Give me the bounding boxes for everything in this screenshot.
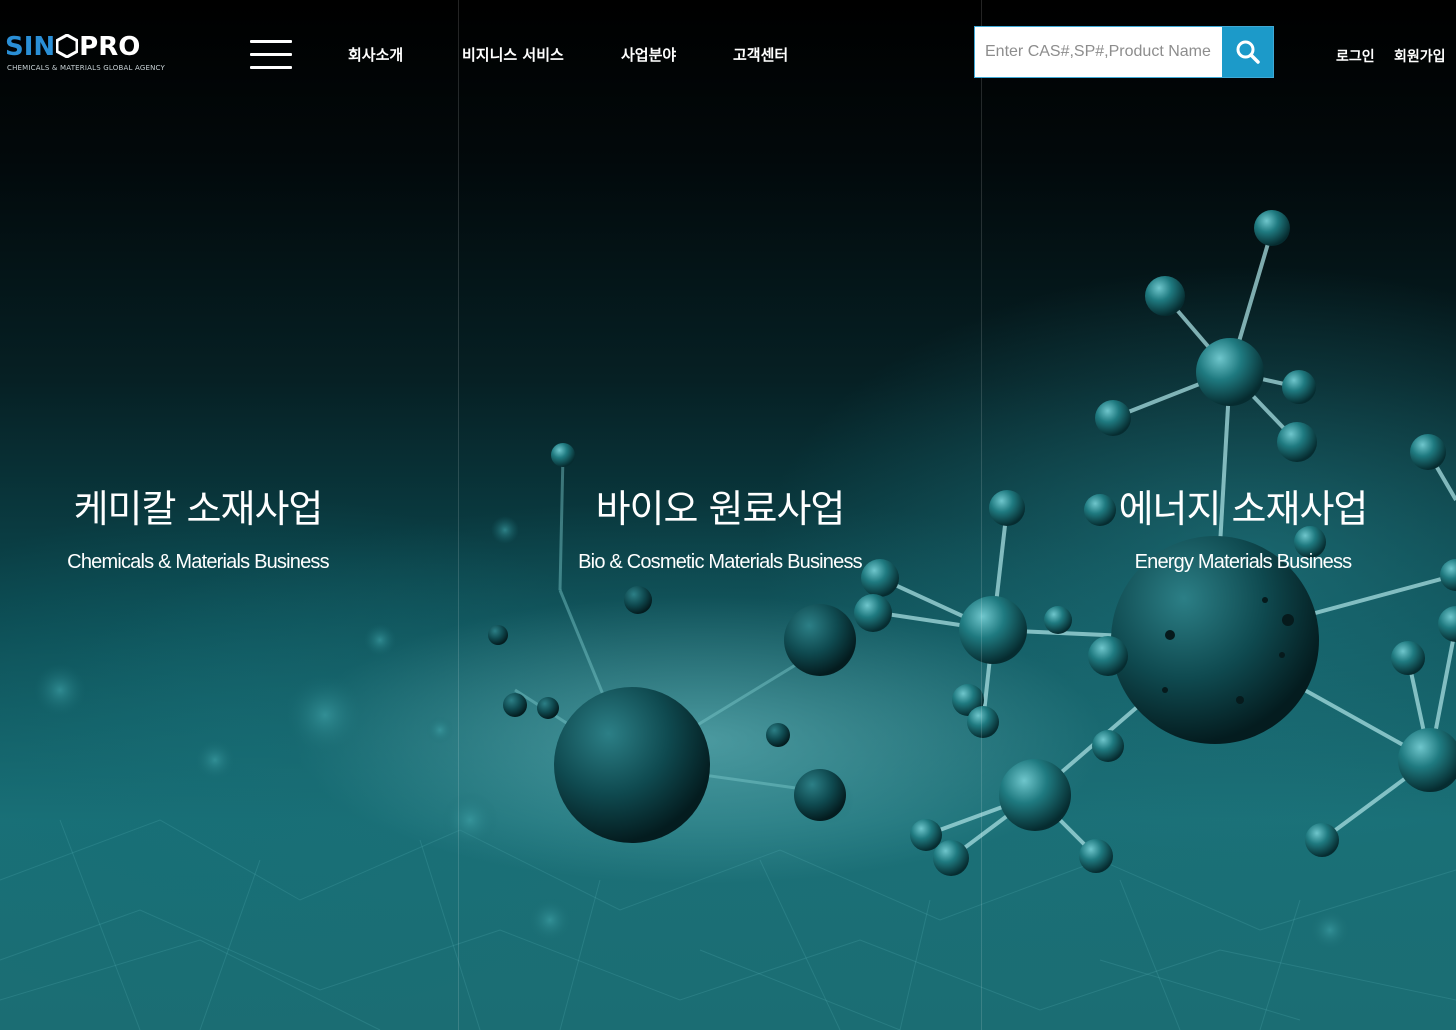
section-title-energy: 에너지 소재사업: [1118, 487, 1369, 531]
section-title-chemicals: 케미칼 소재사업: [73, 487, 324, 531]
nav-business-fields[interactable]: 사업분야: [621, 44, 676, 65]
section-subtitle-bio: Bio & Cosmetic Materials Business: [578, 551, 863, 573]
search-icon: [1236, 40, 1260, 64]
logo-text-left: SIN: [5, 32, 56, 62]
nav-company-intro[interactable]: 회사소개: [348, 44, 403, 65]
search-input[interactable]: [975, 27, 1222, 77]
signup-link[interactable]: 회원가입: [1394, 46, 1446, 66]
sinopro-logo[interactable]: SIN PRO CHEMICALS & MATERIALS GLOBAL AGEN…: [5, 30, 170, 76]
login-link[interactable]: 로그인: [1336, 46, 1375, 66]
logo-text-right: PRO: [79, 32, 141, 62]
search-button[interactable]: [1222, 27, 1273, 77]
section-title-bio: 바이오 원료사업: [595, 487, 846, 531]
hamburger-menu-icon[interactable]: [250, 40, 292, 70]
logo-tagline: CHEMICALS & MATERIALS GLOBAL AGENCY: [7, 64, 165, 72]
hexagon-logo-icon: [56, 34, 79, 58]
nav-business-service[interactable]: 비지니스 서비스: [462, 44, 564, 65]
section-subtitle-chemicals: Chemicals & Materials Business: [67, 551, 329, 573]
section-subtitle-energy: Energy Materials Business: [1134, 551, 1353, 573]
logo-wordmark: SIN PRO: [5, 30, 140, 64]
nav-customer-center[interactable]: 고객센터: [733, 44, 788, 65]
search-box: [974, 26, 1274, 78]
